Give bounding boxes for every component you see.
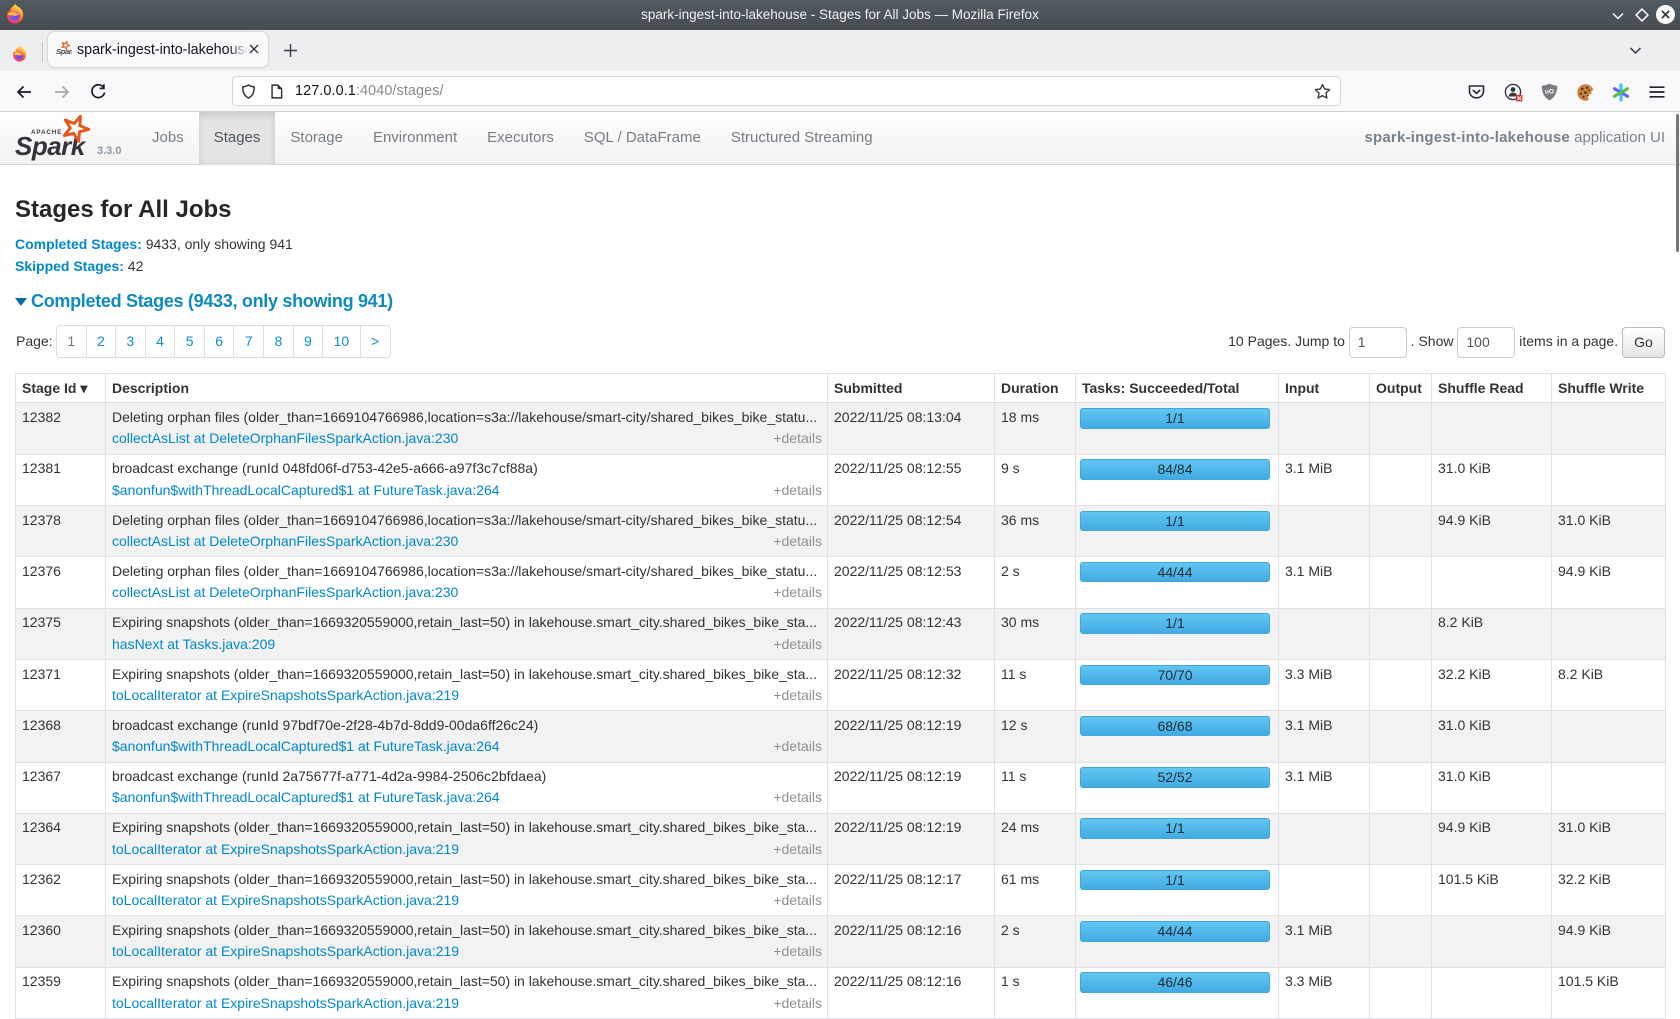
svg-text:Spark: Spark [56, 47, 72, 56]
svg-text:uO: uO [1545, 88, 1554, 95]
